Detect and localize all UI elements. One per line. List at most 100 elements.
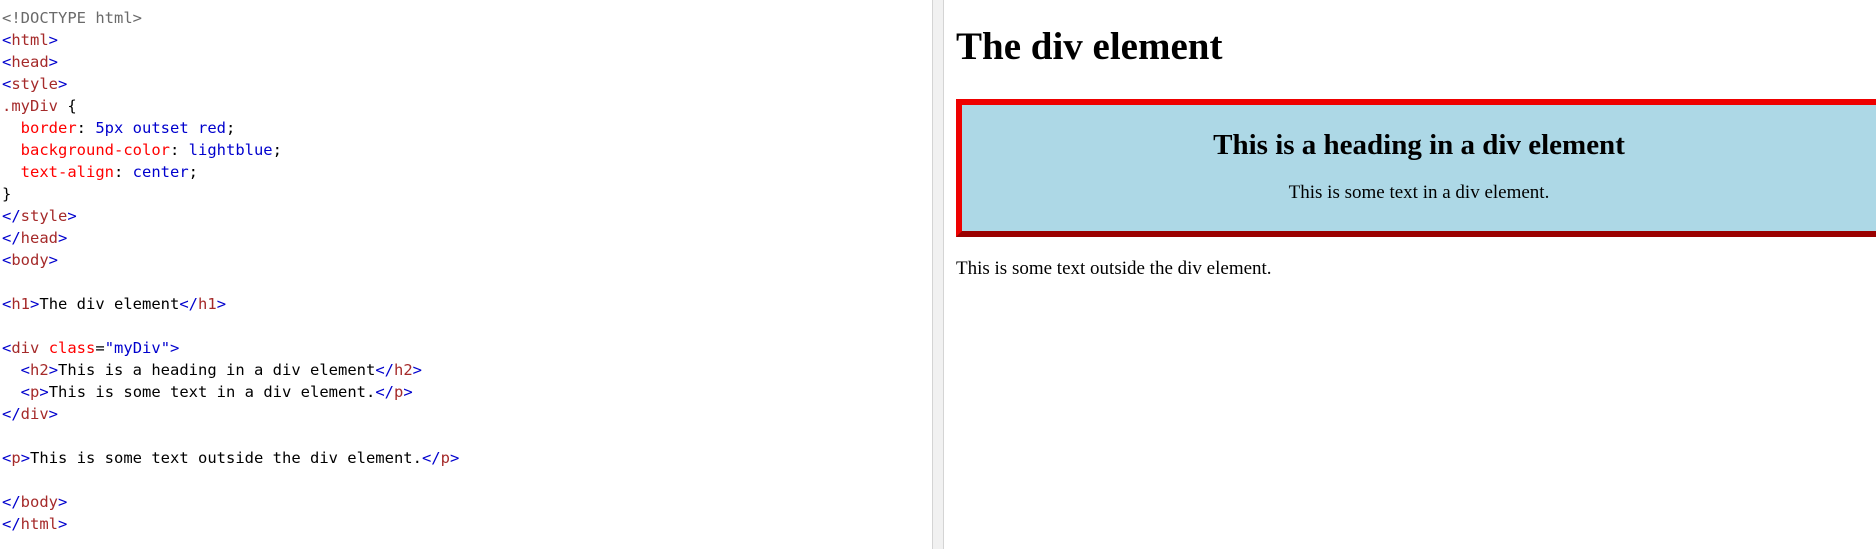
- code-token: >: [39, 383, 49, 401]
- code-token: p: [440, 449, 450, 467]
- code-token: This is some text in a div element.: [48, 383, 376, 401]
- code-token: >: [48, 31, 59, 49]
- code-token: >: [67, 207, 77, 225]
- code-token: ;: [188, 163, 199, 181]
- code-token: }: [2, 185, 12, 203]
- code-token: {: [67, 97, 77, 115]
- code-line: <h1>The div element</h1>: [2, 293, 459, 315]
- code-token: <!DOCTYPE html>: [2, 9, 142, 27]
- code-line: .myDiv {: [2, 95, 459, 117]
- code-token: >: [48, 405, 59, 423]
- code-line: </html>: [2, 513, 459, 535]
- code-token: =: [95, 339, 105, 357]
- code-token: border: [20, 119, 77, 137]
- result-heading-h1: The div element: [956, 25, 1223, 68]
- code-line: <h2>This is a heading in a div element</…: [2, 359, 459, 381]
- code-token: </: [2, 405, 21, 423]
- code-line: <!DOCTYPE html>: [2, 7, 459, 29]
- code-line: <div class="myDiv">: [2, 337, 459, 359]
- code-line: </body>: [2, 491, 459, 513]
- code-token: >: [48, 251, 59, 269]
- code-token: >: [403, 383, 413, 401]
- code-token: h1: [198, 295, 217, 313]
- pane-splitter[interactable]: [932, 0, 944, 549]
- code-line: }: [2, 183, 459, 205]
- code-token: <: [2, 31, 12, 49]
- code-token: .myDiv: [2, 97, 68, 115]
- code-token: h2: [30, 361, 49, 379]
- code-token: head: [20, 229, 58, 247]
- code-token: >: [412, 361, 422, 379]
- code-line: <style>: [2, 73, 459, 95]
- code-token: >: [58, 493, 68, 511]
- code-token: >: [58, 229, 68, 247]
- code-token: <: [2, 53, 12, 71]
- code-token: head: [11, 53, 49, 71]
- code-token: The div element: [39, 295, 180, 313]
- code-token: html: [20, 515, 58, 533]
- code-token: </: [2, 207, 21, 225]
- code-token: :: [76, 119, 96, 137]
- code-token: >: [58, 75, 68, 93]
- tryit-editor-window: <!DOCTYPE html> <html> <head> <style> .myDiv…: [0, 0, 1876, 549]
- code-token: >: [58, 515, 68, 533]
- code-token: >: [170, 339, 180, 357]
- code-token: >: [20, 449, 31, 467]
- code-token: 5px outset red: [95, 119, 226, 137]
- code-line: text-align: center;: [2, 161, 459, 183]
- code-token: body: [20, 493, 58, 511]
- code-token: </: [2, 515, 21, 533]
- code-token: p: [394, 383, 404, 401]
- mydiv-paragraph: This is some text in a div element.: [1288, 182, 1550, 203]
- mydiv-heading-h2: This is a heading in a div element: [1213, 129, 1625, 161]
- code-token: text-align: [20, 163, 114, 181]
- code-token: html: [11, 31, 49, 49]
- code-token: :: [169, 141, 189, 159]
- code-token: >: [30, 295, 40, 313]
- code-line: </head>: [2, 227, 459, 249]
- mydiv-box: This is a heading in a div element This …: [956, 99, 1876, 237]
- code-line: <p>This is some text outside the div ele…: [2, 447, 459, 469]
- code-token: lightblue: [188, 141, 273, 159]
- code-token: background-color: [20, 141, 170, 159]
- code-line: <head>: [2, 51, 459, 73]
- code-token: ;: [272, 141, 282, 159]
- code-token: <: [2, 339, 12, 357]
- code-token: >: [48, 53, 59, 71]
- code-token: </: [375, 361, 394, 379]
- code-line: </style>: [2, 205, 459, 227]
- code-token: class: [48, 339, 96, 357]
- code-token: <: [20, 383, 31, 401]
- code-line: background-color: lightblue;: [2, 139, 459, 161]
- code-token: p: [30, 383, 40, 401]
- code-token: >: [449, 449, 460, 467]
- code-token: ;: [226, 119, 236, 137]
- code-line: </div>: [2, 403, 459, 425]
- code-line: <p>This is some text in a div element.</…: [2, 381, 459, 403]
- code-token: <: [20, 361, 31, 379]
- code-editor-text[interactable]: <!DOCTYPE html> <html> <head> <style> .myDiv…: [2, 7, 459, 535]
- code-token: <: [2, 251, 12, 269]
- result-preview-pane: The div element This is a heading in a d…: [944, 0, 1876, 549]
- code-token: "myDiv": [104, 339, 171, 357]
- code-token: This is some text outside the div elemen…: [30, 449, 422, 467]
- code-token: </: [2, 229, 21, 247]
- code-token: div: [11, 339, 40, 357]
- code-token: </: [2, 493, 21, 511]
- code-line: <body>: [2, 249, 459, 271]
- code-token: </: [375, 383, 394, 401]
- code-token: center: [132, 163, 189, 181]
- code-editor-pane[interactable]: <!DOCTYPE html> <html> <head> <style> .myDiv…: [0, 0, 932, 549]
- code-line: <html>: [2, 29, 459, 51]
- code-token: body: [11, 251, 49, 269]
- code-token: :: [114, 163, 133, 181]
- code-token: h2: [393, 361, 413, 379]
- code-token: p: [11, 449, 21, 467]
